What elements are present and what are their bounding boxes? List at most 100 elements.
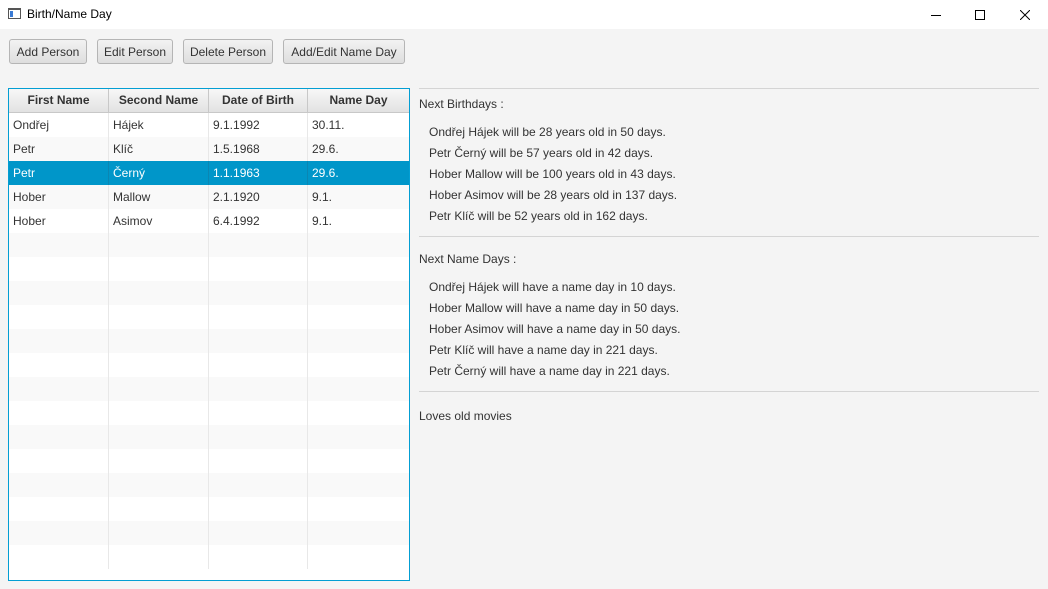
cell-date-of-birth [209, 473, 308, 497]
app-window-icon [8, 8, 21, 19]
cell-name-day: 29.6. [312, 142, 339, 156]
column-header-date-of-birth[interactable]: Date of Birth [209, 89, 308, 112]
cell-name-day [308, 473, 409, 497]
table-row[interactable]: Hober Mallow 2.1.1920 9.1. [9, 185, 409, 209]
add-person-button[interactable]: Add Person [9, 39, 87, 64]
empty-table-row [9, 305, 409, 329]
cell-first-name [9, 425, 109, 449]
cell-second-name [109, 257, 209, 281]
name-day-line: Hober Mallow will have a name day in 50 … [429, 301, 680, 315]
column-header-name-day[interactable]: Name Day [308, 89, 409, 112]
cell-name-day [308, 497, 409, 521]
edit-person-button[interactable]: Edit Person [97, 39, 173, 64]
separator-middle [419, 236, 1039, 237]
empty-table-row [9, 449, 409, 473]
birthday-line: Petr Klíč will be 52 years old in 162 da… [429, 209, 648, 223]
cell-date-of-birth: 1.5.1968 [209, 137, 308, 161]
maximize-button[interactable] [957, 0, 1003, 29]
cell-second-name [109, 521, 209, 545]
cell-first-name [9, 353, 109, 377]
table-row[interactable]: Ondřej Hájek 9.1.1992 30.11. [9, 113, 409, 137]
cell-second-name: Klíč [109, 137, 209, 161]
cell-name-day [308, 353, 409, 377]
cell-first-name [9, 377, 109, 401]
cell-name-day: 9.1. [312, 190, 333, 204]
cell-second-name [109, 401, 209, 425]
cell-date-of-birth [209, 305, 308, 329]
empty-table-row [9, 473, 409, 497]
table-row[interactable]: Petr Černý 1.1.1963 29.6. [9, 161, 409, 185]
cell-date-of-birth [209, 497, 308, 521]
cell-date-of-birth [209, 353, 308, 377]
cell-first-name [9, 257, 109, 281]
cell-second-name [109, 305, 209, 329]
cell-second-name [109, 497, 209, 521]
cell-first-name [9, 281, 109, 305]
cell-second-name [109, 281, 209, 305]
cell-second-name: Mallow [109, 185, 209, 209]
birthday-line: Hober Asimov will be 28 years old in 137… [429, 188, 678, 202]
cell-name-day [308, 449, 409, 473]
cell-name-day [308, 377, 409, 401]
cell-first-name: Petr [9, 137, 109, 161]
add-edit-name-day-button[interactable]: Add/Edit Name Day [283, 39, 405, 64]
table-row[interactable]: Petr Klíč 1.5.1968 29.6. [9, 137, 409, 161]
cell-date-of-birth: 6.4.1992 [209, 209, 308, 233]
empty-table-row [9, 329, 409, 353]
cell-name-day [308, 305, 409, 329]
cell-name-day [308, 329, 409, 353]
cell-date-of-birth [209, 545, 308, 569]
cell-second-name: Černý [109, 161, 209, 185]
cell-date-of-birth [209, 281, 308, 305]
cell-first-name: Ondřej [9, 113, 109, 137]
minimize-button[interactable] [913, 0, 959, 29]
cell-first-name: Petr [9, 161, 109, 185]
name-day-line: Petr Klíč will have a name day in 221 da… [429, 343, 658, 357]
cell-date-of-birth [209, 521, 308, 545]
empty-table-row [9, 353, 409, 377]
cell-date-of-birth [209, 377, 308, 401]
name-day-line: Ondřej Hájek will have a name day in 10 … [429, 280, 676, 294]
cell-date-of-birth: 1.1.1963 [209, 161, 308, 185]
cell-name-day [308, 425, 409, 449]
table-header: First Name Second Name Date of Birth Nam… [9, 89, 409, 113]
cell-name-day: 30.11. [312, 118, 345, 132]
cell-date-of-birth [209, 329, 308, 353]
cell-date-of-birth [209, 449, 308, 473]
cell-second-name [109, 353, 209, 377]
cell-first-name [9, 545, 109, 569]
separator-bottom [419, 391, 1039, 392]
cell-second-name: Asimov [109, 209, 209, 233]
cell-first-name [9, 401, 109, 425]
cell-second-name [109, 449, 209, 473]
column-header-second-name[interactable]: Second Name [109, 89, 209, 112]
person-note: Loves old movies [419, 409, 512, 423]
cell-first-name [9, 449, 109, 473]
separator-top [419, 88, 1039, 89]
cell-second-name [109, 473, 209, 497]
empty-table-row [9, 521, 409, 545]
cell-date-of-birth [209, 233, 308, 257]
cell-second-name [109, 233, 209, 257]
delete-person-button[interactable]: Delete Person [183, 39, 273, 64]
cell-name-day [308, 233, 409, 257]
cell-date-of-birth [209, 401, 308, 425]
cell-second-name [109, 545, 209, 569]
cell-second-name: Hájek [109, 113, 209, 137]
title-bar: Birth/Name Day [0, 0, 1048, 29]
empty-table-row [9, 425, 409, 449]
cell-name-day [308, 281, 409, 305]
empty-table-row [9, 233, 409, 257]
close-icon [1020, 9, 1030, 20]
table-row[interactable]: Hober Asimov 6.4.1992 9.1. [9, 209, 409, 233]
cell-first-name [9, 521, 109, 545]
person-table[interactable]: First Name Second Name Date of Birth Nam… [8, 88, 410, 581]
cell-first-name [9, 233, 109, 257]
cell-second-name [109, 377, 209, 401]
column-header-first-name[interactable]: First Name [9, 89, 109, 112]
cell-name-day [308, 521, 409, 545]
name-day-line: Petr Černý will have a name day in 221 d… [429, 364, 670, 378]
next-name-days-title: Next Name Days : [419, 252, 517, 266]
close-button[interactable] [1002, 0, 1048, 29]
empty-table-row [9, 497, 409, 521]
